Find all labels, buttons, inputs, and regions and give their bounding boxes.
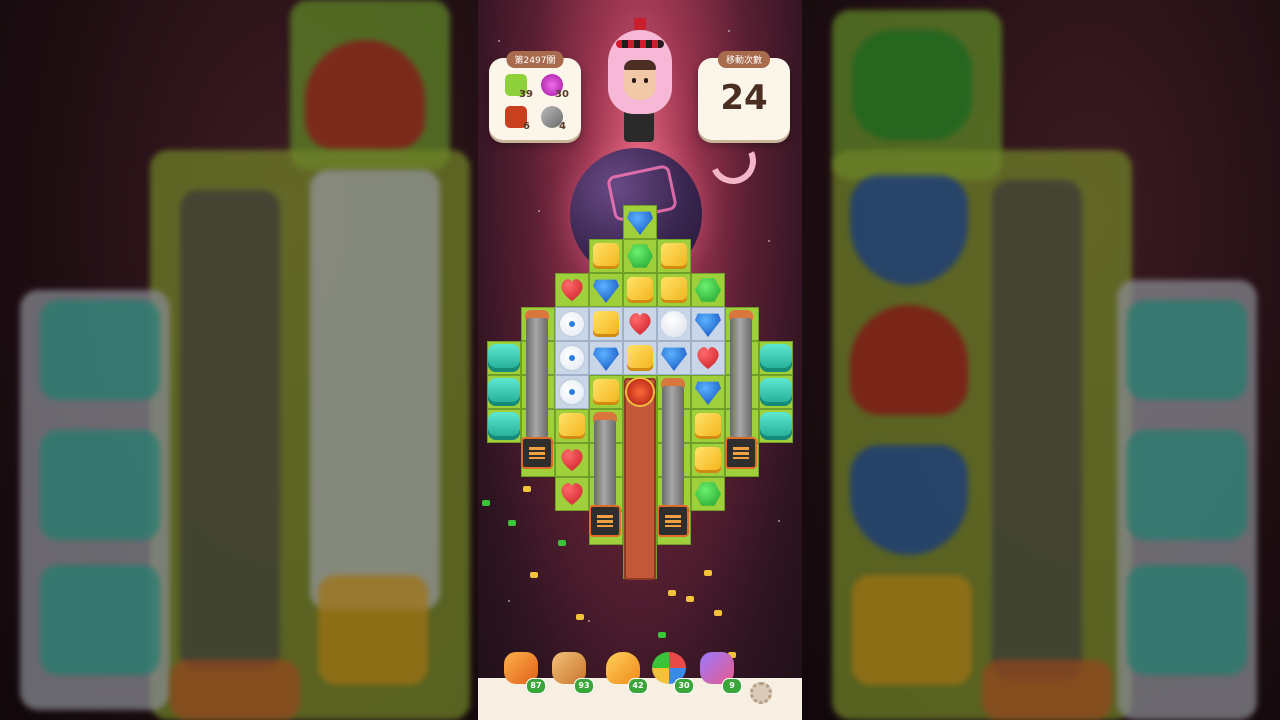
teal-blocker [488,378,520,406]
red-heart-gem[interactable] [559,481,585,507]
yellow-gem[interactable] [559,413,585,439]
yellow-gem[interactable] [661,277,687,303]
yellow-gem[interactable] [695,413,721,439]
bubble-blocker [558,378,586,406]
booster-count: 42 [628,678,648,694]
green-gem[interactable] [695,278,721,302]
bubble-blocker [558,344,586,372]
hammer-booster[interactable]: 87 [502,648,546,694]
red-heart-gem[interactable] [695,345,721,371]
cannon-booster[interactable]: 93 [550,648,594,694]
white-orb[interactable] [661,311,687,337]
red-heart-gem[interactable] [559,447,585,473]
yellow-gem[interactable] [695,447,721,473]
teal-blocker [760,412,792,440]
game-board [478,0,802,720]
pipe [526,318,548,438]
booster-count: 9 [722,678,742,694]
green-gem[interactable] [627,244,653,268]
yellow-gem[interactable] [593,311,619,337]
blue-gem[interactable] [627,211,653,235]
booster-count: 30 [674,678,694,694]
pipe [730,318,752,438]
red-heart-gem[interactable] [627,311,653,337]
yellow-gem[interactable] [661,243,687,269]
gear-icon[interactable] [750,682,772,704]
cannon-icon [521,437,553,469]
blue-gem[interactable] [593,279,619,303]
green-gem[interactable] [695,482,721,506]
booster-count: 93 [574,678,594,694]
lantern-icon[interactable] [627,379,653,405]
yellow-gem[interactable] [593,243,619,269]
pinwheel-booster[interactable]: 30 [650,648,694,694]
blue-gem[interactable] [695,313,721,337]
blue-gem[interactable] [661,347,687,371]
yellow-gem[interactable] [627,277,653,303]
card-booster[interactable]: 9 [698,648,742,694]
cannon-icon [589,505,621,537]
teal-blocker [760,378,792,406]
teal-blocker [488,344,520,372]
cannon-icon [725,437,757,469]
teal-blocker [488,412,520,440]
blurred-backdrop-right [802,0,1280,720]
teal-blocker [760,344,792,372]
pipe [594,420,616,506]
blue-gem[interactable] [695,381,721,405]
red-heart-gem[interactable] [559,277,585,303]
game-screen: 第2497關 39 30 6 4 移動次數 24 87 93 42 30 9 [478,0,802,720]
blurred-backdrop-left [0,0,478,720]
pipe [662,386,684,506]
booster-count: 87 [526,678,546,694]
yellow-gem[interactable] [627,345,653,371]
blue-gem[interactable] [593,347,619,371]
rocket-booster[interactable]: 42 [604,648,648,694]
bubble-blocker [558,310,586,338]
yellow-gem[interactable] [593,379,619,405]
cannon-icon [657,505,689,537]
